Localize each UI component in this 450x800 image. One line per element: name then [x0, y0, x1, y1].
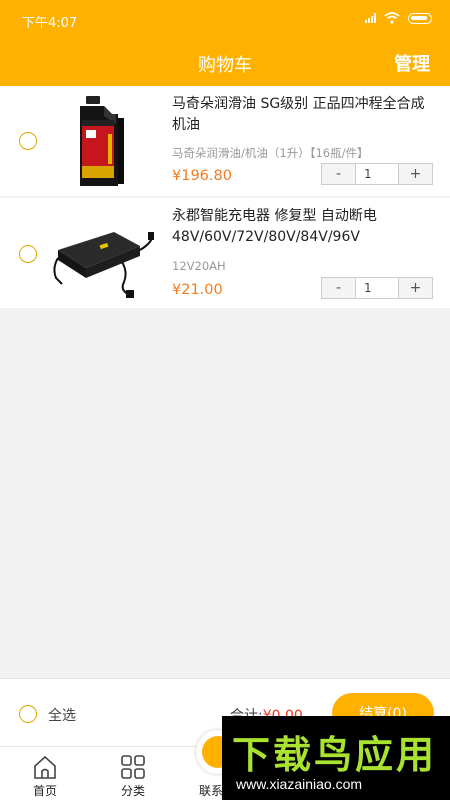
item-title[interactable]: 永郡智能充电器 修复型 自动断电 48V/60V/72V/80V/84V/96V [172, 206, 434, 248]
cart-item: 永郡智能充电器 修复型 自动断电 48V/60V/72V/80V/84V/96V… [0, 198, 450, 308]
tab-category[interactable]: 分类 [88, 747, 178, 800]
item-spec: 马奇朵润滑油/机油（1升）【16瓶/件】 [172, 146, 369, 160]
decrease-button[interactable]: - [322, 164, 355, 184]
home-icon [34, 755, 56, 779]
item-select-radio[interactable] [19, 132, 37, 150]
tab-label: 分类 [120, 784, 145, 798]
item-spec: 12V20AH [172, 259, 226, 273]
cart-item: 马奇朵润滑油 SG级别 正品四冲程全合成机油 马奇朵润滑油/机油（1升）【16瓶… [0, 86, 450, 196]
status-time: 下午4:07 [22, 16, 78, 31]
increase-button[interactable]: + [399, 278, 432, 298]
item-select-radio[interactable] [19, 245, 37, 263]
watermark: 下载鸟应用 www.xiazainiao.com [222, 716, 450, 800]
nav-bar: 购物车 管理 [0, 38, 450, 86]
grid-icon [121, 755, 145, 779]
quantity-value[interactable]: 1 [355, 278, 399, 298]
wifi-icon [384, 12, 400, 24]
item-title[interactable]: 马奇朵润滑油 SG级别 正品四冲程全合成机油 [172, 94, 434, 136]
tab-label: 首页 [32, 784, 57, 798]
motor-oil-image[interactable] [52, 94, 156, 190]
quantity-stepper: - 1 + [321, 163, 433, 185]
item-price: ¥196.80 [172, 168, 232, 184]
increase-button[interactable]: + [399, 164, 432, 184]
manage-button[interactable]: 管理 [394, 50, 430, 76]
select-all-radio[interactable] [19, 705, 37, 723]
watermark-url: www.xiazainiao.com [236, 776, 363, 792]
watermark-logo-text: 下载鸟应用 [232, 733, 438, 777]
item-price: ¥21.00 [172, 282, 223, 298]
tab-home[interactable]: 首页 [0, 747, 90, 800]
charger-image[interactable] [52, 206, 156, 302]
page-title: 购物车 [198, 55, 252, 76]
quantity-stepper: - 1 + [321, 277, 433, 299]
quantity-value[interactable]: 1 [355, 164, 399, 184]
battery-icon [408, 12, 432, 24]
signal-icon [365, 13, 376, 23]
status-icons [365, 12, 432, 24]
decrease-button[interactable]: - [322, 278, 355, 298]
select-all-label[interactable]: 全选 [48, 705, 76, 725]
status-bar: 下午4:07 [0, 0, 450, 38]
